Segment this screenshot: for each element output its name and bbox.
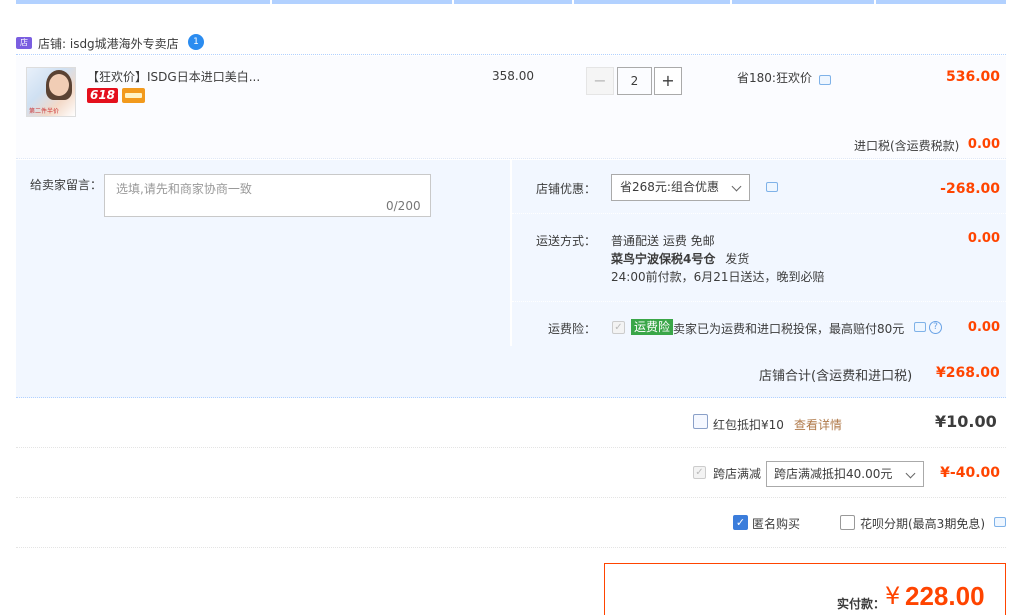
divider [16,447,1006,448]
import-tax-label: 进口税(含运费税款) [854,139,960,153]
memo-char-count: 0/200 [386,199,421,213]
warehouse-name: 菜鸟宁波保税4号仓 [611,252,716,266]
store-icon: 店 [16,37,32,49]
shipping-method: 普通配送 运费 免邮 [611,234,715,248]
unit-price: 358.00 [492,69,534,83]
memo-label: 给卖家留言： [30,178,103,192]
top-border [16,0,1006,4]
chat-icon[interactable] [819,75,831,85]
red-packet-value: ¥10.00 [935,412,997,431]
shop-discount-value: -268.00 [940,181,1000,197]
top-border-divider [730,0,732,4]
cross-store-label: 跨店满减 [713,467,762,481]
chevron-down-icon [731,181,742,192]
cross-store-value: ¥-40.00 [940,465,1000,481]
quantity-decrease-button[interactable]: − [586,67,614,95]
pay-currency: ¥ [885,582,901,610]
divider [16,497,1006,498]
top-border-divider [270,0,272,4]
red-packet-checkbox[interactable] [693,414,708,429]
chevron-down-icon [905,468,916,479]
store-total-value: ¥268.00 [936,365,1000,381]
top-border-divider [572,0,574,4]
red-packet-details-link[interactable]: 查看详情 [794,416,842,433]
pane-divider [512,213,1006,214]
product-title-link[interactable]: 【狂欢价】ISDG日本进口美白... [87,68,260,85]
store-total-label: 店铺合计(含运费和进口税) [759,369,913,384]
huabei-label: 花呗分期(最高3期免息) [860,517,985,531]
anonymous-checkbox[interactable]: ✓ [733,515,748,530]
item-subtotal: 536.00 [945,69,1000,85]
chat-badge-icon[interactable]: 1 [188,34,204,50]
insurance-text: 卖家已为运费和进口税投保，最高赔付80元 [673,322,905,336]
shop-discount-selected: 省268元:组合优惠 [620,180,719,194]
card-icon [122,88,145,103]
shop-discount-select[interactable]: 省268元:组合优惠 [611,174,750,201]
huabei-checkbox[interactable] [840,515,855,530]
anonymous-label: 匿名购买 [752,517,801,531]
delivery-estimate: 24:00前付款，6月21日送达，晚到必赔 [611,270,825,284]
pay-amount: 228.00 [905,581,985,611]
pane-divider [512,301,1006,302]
insurance-checkbox: ✓ [612,321,625,334]
thumb-face [49,74,69,96]
insurance-label: 运费险： [548,322,597,336]
product-thumbnail[interactable]: 第二件半价 [26,67,76,117]
shop-discount-label: 店铺优惠： [536,182,597,196]
chat-icon[interactable] [766,182,778,192]
shipping-label: 运送方式： [536,234,597,248]
chat-icon[interactable] [914,322,926,332]
memo-placeholder: 选填,请先和商家协商一致 [116,182,252,196]
promo-618-badge: 618 [87,88,118,103]
shipping-warehouse: 菜鸟宁波保税4号仓 发货 [611,250,749,267]
import-tax-value: 0.00 [967,137,1000,152]
insurance-tag: 运费险 [631,319,674,335]
item-promo-text: 省180:狂欢价 [737,71,812,85]
cross-store-select[interactable]: 跨店满减抵扣40.00元 [766,461,924,487]
quantity-input[interactable]: 2 [617,67,652,95]
cross-store-selected: 跨店满减抵扣40.00元 [774,467,893,481]
red-packet-label: 红包抵扣¥10 [713,418,784,432]
chat-icon[interactable] [994,517,1006,527]
store-name-link[interactable]: 店铺: isdg城港海外专卖店 [38,35,179,52]
cross-store-checkbox: ✓ [693,466,706,479]
shipping-value: 0.00 [967,231,1000,246]
pay-label: 实付款： [837,597,886,611]
insurance-value: 0.00 [967,320,1000,335]
thumb-caption: 第二件半价 [29,108,60,115]
store-header: 店 店铺: isdg城港海外专卖店 1 [16,28,1006,55]
divider [16,547,1006,548]
top-border-divider [452,0,454,4]
top-border-divider [874,0,876,4]
warehouse-suffix: 发货 [725,252,750,266]
quantity-increase-button[interactable]: + [654,67,682,95]
